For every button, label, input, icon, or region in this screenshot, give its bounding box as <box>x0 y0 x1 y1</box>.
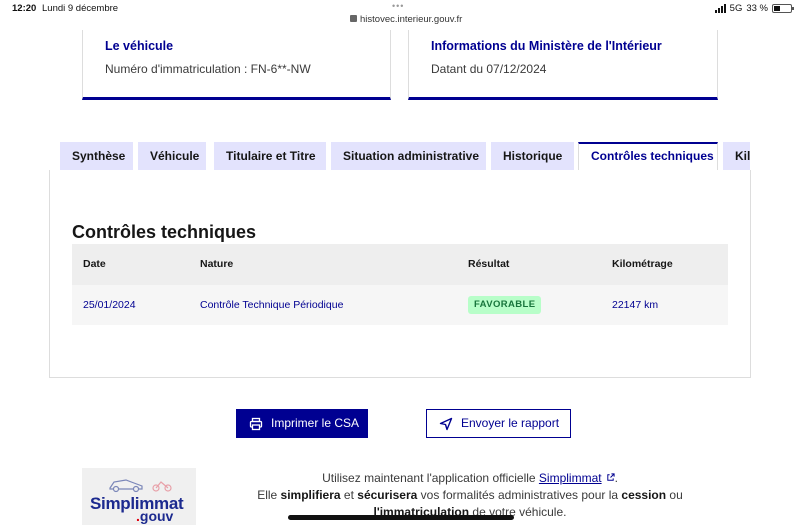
send-report-label: Envoyer le rapport <box>461 416 560 430</box>
printer-icon <box>249 417 263 430</box>
ministry-date: Datant du 07/12/2024 <box>431 62 547 76</box>
tab-historique[interactable]: Historique <box>491 142 574 171</box>
tab-titulaire[interactable]: Titulaire et Titre <box>214 142 326 171</box>
column-resultat: Résultat <box>468 258 510 270</box>
promo-line-1: Utilisez maintenant l'application offici… <box>322 471 618 485</box>
address-bar[interactable]: histovec.interieur.gouv.fr <box>350 14 462 25</box>
vehicle-card-title: Le véhicule <box>105 39 174 53</box>
simplimmat-promo-text: Utilisez maintenant l'application offici… <box>240 470 700 521</box>
battery-label: 33 % <box>746 3 768 14</box>
promo-line-2: Elle simplifiera et sécurisera vos forma… <box>257 488 683 502</box>
ministry-card-title: Informations du Ministère de l'Intérieur <box>431 39 662 53</box>
tab-kilometrage[interactable]: Kilo <box>723 142 750 171</box>
home-indicator[interactable] <box>288 515 514 520</box>
status-time: 12:20 <box>12 3 37 14</box>
row-kilometrage: 22147 km <box>612 299 659 311</box>
signal-icon <box>714 4 726 13</box>
column-kilometrage: Kilométrage <box>612 258 673 270</box>
row-nature: Contrôle Technique Périodique <box>200 299 344 311</box>
table-row: 25/01/2024 Contrôle Technique Périodique… <box>72 285 728 325</box>
panel-title: Contrôles techniques <box>72 222 257 242</box>
send-icon <box>439 417 453 430</box>
registration-number: Numéro d'immatriculation : FN-6**-NW <box>105 62 311 76</box>
ministry-card: Informations du Ministère de l'Intérieur… <box>408 30 718 100</box>
status-date: Lundi 9 décembre <box>42 3 119 14</box>
simplimmat-link[interactable]: Simplimmat <box>539 471 602 485</box>
tab-controles-techniques[interactable]: Contrôles techniques <box>578 142 718 171</box>
column-nature: Nature <box>200 258 234 270</box>
status-bar: 12:20 Lundi 9 décembre ••• histovec.inte… <box>0 0 800 30</box>
vehicle-card: Le véhicule Numéro d'immatriculation : F… <box>82 30 391 100</box>
row-date: 25/01/2024 <box>83 299 136 311</box>
send-report-button[interactable]: Envoyer le rapport <box>426 409 571 438</box>
tab-vehicule[interactable]: Véhicule <box>138 142 206 171</box>
battery-icon <box>772 4 794 13</box>
column-date: Date <box>83 258 106 270</box>
status-indicators: 5G 33 % <box>714 3 794 14</box>
external-link-icon[interactable] <box>606 473 615 482</box>
network-label: 5G <box>729 3 743 14</box>
result-badge: FAVORABLE <box>468 296 542 314</box>
tab-synthese[interactable]: Synthèse <box>60 142 133 171</box>
print-csa-button[interactable]: Imprimer le CSA <box>236 409 368 438</box>
table-header: Date Nature Résultat Kilométrage <box>72 244 728 285</box>
url-text: histovec.interieur.gouv.fr <box>360 14 463 25</box>
more-dots-icon[interactable]: ••• <box>392 1 404 11</box>
print-csa-label: Imprimer le CSA <box>271 416 360 430</box>
simplimmat-logo[interactable]: Simplimmat .gouv <box>82 468 196 525</box>
tab-situation-administrative[interactable]: Situation administrative <box>331 142 486 171</box>
simplimmat-logo-gouv: .gouv <box>136 508 174 524</box>
car-icon <box>109 479 172 493</box>
tab-bar: Synthèse Véhicule Titulaire et Titre Sit… <box>60 142 750 171</box>
lock-icon <box>350 15 357 22</box>
